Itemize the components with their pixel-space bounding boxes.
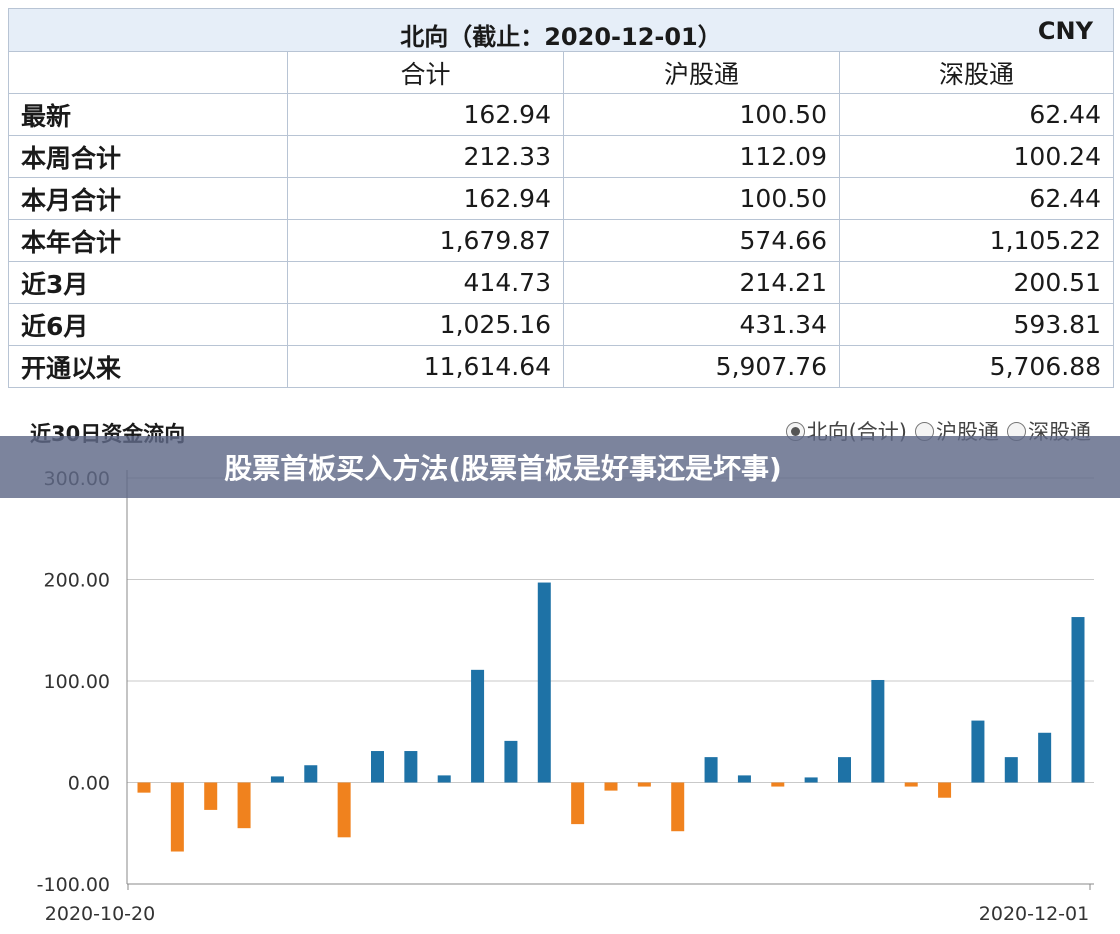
northbound-summary-table: 北向（截止：2020-12-01） CNY 合计 沪股通 深股通 最新 162.… xyxy=(8,8,1114,388)
banner-text: 股票首板买入方法(股票首板是好事还是坏事) xyxy=(224,452,782,485)
currency-label: CNY xyxy=(1037,17,1093,45)
row-label: 本年合计 xyxy=(8,219,288,262)
cell-shenzhen: 593.81 xyxy=(839,303,1114,346)
cell-shenzhen: 5,706.88 xyxy=(839,345,1114,388)
row-label: 开通以来 xyxy=(8,345,288,388)
cell-shenzhen: 200.51 xyxy=(839,261,1114,304)
cell-shanghai: 431.34 xyxy=(563,303,840,346)
table-row: 开通以来 11,614.64 5,907.76 5,706.88 xyxy=(8,345,1114,388)
row-label: 最新 xyxy=(8,93,288,136)
cell-shanghai: 100.50 xyxy=(563,93,840,136)
cell-total: 212.33 xyxy=(287,135,564,178)
cell-total: 414.73 xyxy=(287,261,564,304)
cell-shanghai: 100.50 xyxy=(563,177,840,220)
table-row: 最新 162.94 100.50 62.44 xyxy=(8,93,1114,136)
cell-shanghai: 214.21 xyxy=(563,261,840,304)
table-row: 本年合计 1,679.87 574.66 1,105.22 xyxy=(8,219,1114,262)
northbound-table-container: 北向（截止：2020-12-01） CNY 合计 沪股通 深股通 最新 162.… xyxy=(8,8,1114,388)
cell-shenzhen: 62.44 xyxy=(839,93,1114,136)
cell-shanghai: 5,907.76 xyxy=(563,345,840,388)
cell-shanghai: 112.09 xyxy=(563,135,840,178)
table-title: 北向（截止：2020-12-01） xyxy=(400,23,722,51)
column-header-total: 合计 xyxy=(287,51,564,94)
row-label: 近3月 xyxy=(8,261,288,304)
cell-total: 1,025.16 xyxy=(287,303,564,346)
cell-total: 11,614.64 xyxy=(287,345,564,388)
cell-shanghai: 574.66 xyxy=(563,219,840,262)
table-row: 近6月 1,025.16 431.34 593.81 xyxy=(8,303,1114,346)
cell-shenzhen: 62.44 xyxy=(839,177,1114,220)
overlay-banner: 股票首板买入方法(股票首板是好事还是坏事) xyxy=(0,436,1120,498)
row-label: 本月合计 xyxy=(8,177,288,220)
row-label: 近6月 xyxy=(8,303,288,346)
table-row: 本月合计 162.94 100.50 62.44 xyxy=(8,177,1114,220)
column-header-shanghai: 沪股通 xyxy=(563,51,840,94)
cell-total: 1,679.87 xyxy=(287,219,564,262)
cell-total: 162.94 xyxy=(287,177,564,220)
cell-total: 162.94 xyxy=(287,93,564,136)
table-row: 近3月 414.73 214.21 200.51 xyxy=(8,261,1114,304)
table-header-row: 合计 沪股通 深股通 xyxy=(8,51,1114,94)
table-row: 本周合计 212.33 112.09 100.24 xyxy=(8,135,1114,178)
cell-shenzhen: 100.24 xyxy=(839,135,1114,178)
table-title-row: 北向（截止：2020-12-01） CNY xyxy=(8,8,1114,52)
row-label: 本周合计 xyxy=(8,135,288,178)
cell-shenzhen: 1,105.22 xyxy=(839,219,1114,262)
column-header-shenzhen: 深股通 xyxy=(839,51,1114,94)
column-header-blank xyxy=(8,51,288,94)
table-title-cell: 北向（截止：2020-12-01） CNY xyxy=(8,8,1114,52)
